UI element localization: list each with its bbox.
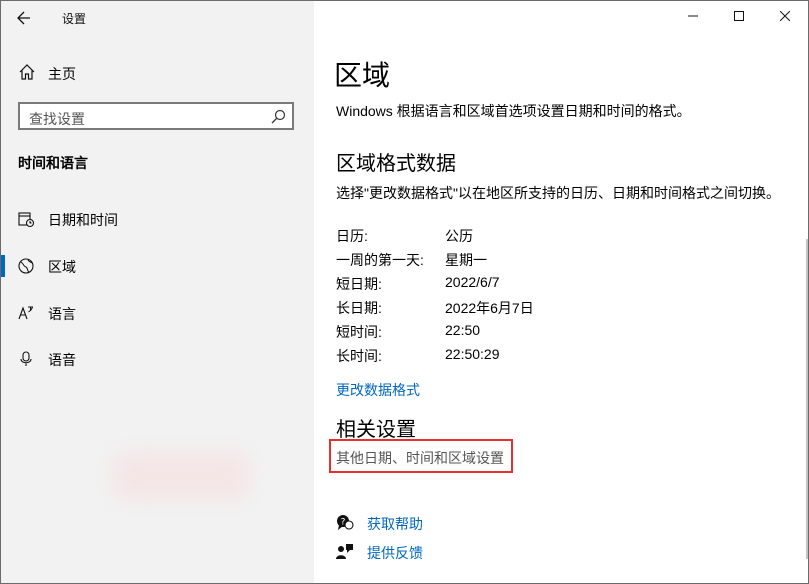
get-help-link[interactable]: ? 获取帮助 [336,511,536,535]
format-value: 2022年6月7日 [445,300,534,316]
format-label: 一周的第一天: [336,252,424,268]
sidebar-item-label: 日期和时间 [48,212,118,228]
give-feedback-label: 提供反馈 [367,545,423,561]
format-value: 星期一 [445,252,487,268]
selection-indicator [1,255,5,277]
maximize-icon [734,11,744,21]
change-format-link[interactable]: 更改数据格式 [336,380,420,400]
format-heading: 区域格式数据 [336,153,456,175]
sidebar-item-region[interactable]: 区域 [1,248,314,284]
content-pane: 区域 Windows 根据语言和区域首选项设置日期和时间的格式。 区域格式数据 … [314,1,808,583]
close-button[interactable] [762,1,808,33]
sidebar-item-label: 语音 [48,352,76,368]
close-icon [779,10,791,22]
related-settings-heading: 相关设置 [336,419,416,441]
calendar-icon [18,212,35,228]
sidebar-item-label: 语言 [48,306,76,322]
get-help-label: 获取帮助 [367,516,423,532]
format-value: 22:50 [445,322,481,338]
page-description: Windows 根据语言和区域首选项设置日期和时间的格式。 [336,103,691,119]
sidebar: 设置 主页 查找设置 时间和语言 日期和时间 区域 语言 语音 [1,1,314,583]
section-title: 时间和语言 [18,155,88,171]
scrollbar[interactable] [806,239,808,559]
search-placeholder: 查找设置 [29,111,85,127]
back-arrow-icon [17,11,30,25]
globe-icon [18,258,34,274]
microphone-icon [20,351,32,366]
help-chat-icon: ? [337,515,354,530]
sidebar-item-language[interactable]: 语言 [1,295,314,331]
format-value: 公历 [445,228,473,244]
format-label: 日历: [336,228,368,244]
additional-settings-link[interactable]: 其他日期、时间和区域设置 [336,448,504,468]
search-icon[interactable] [270,109,286,125]
decorative-blur [111,451,251,501]
back-button[interactable] [9,5,39,31]
sidebar-item-label: 区域 [48,259,76,275]
title-bar: 设置 [1,1,314,35]
home-nav-item[interactable]: 主页 [1,56,314,90]
format-label: 长时间: [336,348,382,364]
home-label: 主页 [48,66,76,82]
format-value: 22:50:29 [445,346,500,362]
sidebar-item-speech[interactable]: 语音 [1,341,314,377]
minimize-button[interactable] [670,1,716,33]
settings-window: 设置 主页 查找设置 时间和语言 日期和时间 区域 语言 语音 区域 Windo… [0,0,809,584]
maximize-button[interactable] [716,1,762,33]
format-label: 短日期: [336,276,382,292]
feedback-icon [336,544,353,559]
format-label: 长日期: [336,300,382,316]
home-icon [19,64,35,80]
language-icon [18,306,33,320]
search-input[interactable]: 查找设置 [18,102,294,130]
minimize-icon [688,15,698,17]
sidebar-item-date-time[interactable]: 日期和时间 [1,201,314,237]
window-title: 设置 [62,12,87,26]
format-description: 选择"更改数据格式"以在地区所支持的日历、日期和时间格式之间切换。 [336,185,780,201]
page-title: 区域 [334,60,391,91]
format-label: 短时间: [336,324,382,340]
give-feedback-link[interactable]: 提供反馈 [336,540,536,564]
format-value: 2022/6/7 [445,274,500,290]
